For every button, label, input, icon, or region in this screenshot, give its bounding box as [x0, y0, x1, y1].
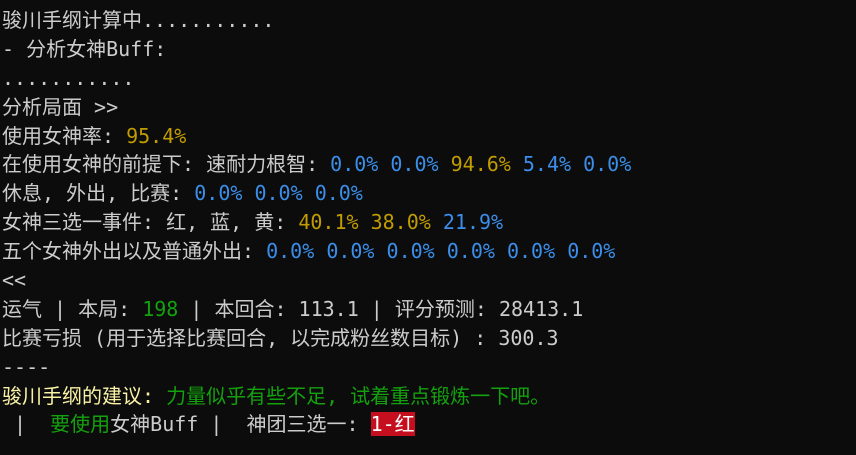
goddess-usage-value: 95.4%: [126, 123, 187, 148]
recommendation-line: | 要使用女神Buff | 神团三选一: 1-红: [2, 410, 856, 439]
event-red-value: 40.1%: [298, 210, 359, 235]
choice-highlight: 1-红: [370, 412, 415, 437]
race-loss-line: 比赛亏损 (用于选择比赛回合, 以完成粉丝数目标) : 300.3: [2, 324, 856, 353]
outing-normal-value: 0.0%: [567, 239, 616, 264]
divider-line: ----: [2, 353, 856, 382]
race-value: 0.0%: [314, 181, 363, 206]
analyze-buff-text: - 分析女神Buff:: [2, 36, 167, 61]
event-yellow-value: 21.9%: [442, 210, 504, 235]
outing-3-value: 0.0%: [386, 239, 435, 264]
recommendation-sep-2: | 神团三选一:: [198, 412, 371, 437]
goddess-usage-line: 使用女神率: 95.4%: [2, 122, 856, 151]
outing-value: 0.0%: [254, 181, 303, 206]
section-start-line: 分析局面 >>: [2, 93, 856, 122]
goddess-outing-line: 五个女神外出以及普通外出: 0.0% 0.0% 0.0% 0.0% 0.0% 0…: [2, 237, 856, 266]
use-buff-label: 要使用: [50, 412, 111, 437]
terminal-window: 骏川手纲计算中........... - 分析女神Buff: .........…: [0, 0, 856, 455]
section-end-line: <<: [2, 266, 856, 295]
luck-score-line: 运气 | 本局: 198 | 本回合: 113.1 | 评分预测: 28413.…: [2, 295, 856, 324]
advice-text: 力量似乎有些不足, 试着重点锻炼一下吧。: [166, 383, 551, 408]
luck-round-value: 198: [142, 296, 179, 321]
stat-power-value: 94.6%: [450, 152, 511, 177]
stat-wisdom-value: 0.0%: [583, 152, 632, 177]
dots-text: ...........: [2, 65, 135, 90]
outing-5-value: 0.0%: [506, 239, 556, 264]
stat-distribution-line: 在使用女神的前提下: 速耐力根智: 0.0% 0.0% 94.6% 5.4% 0…: [2, 150, 856, 179]
goddess-event-label: 女神三选一事件: 红, 蓝, 黄:: [2, 210, 299, 235]
status-line-analyze-buff: - 分析女神Buff:: [2, 35, 856, 64]
luck-prefix: 运气 | 本局:: [2, 296, 143, 321]
goddess-outing-label: 五个女神外出以及普通外出:: [2, 239, 267, 264]
stat-distribution-label: 在使用女神的前提下: 速耐力根智:: [2, 152, 331, 177]
race-loss-text: 比赛亏损 (用于选择比赛回合, 以完成粉丝数目标) : 300.3: [2, 325, 559, 350]
stat-guts-value: 5.4%: [522, 152, 572, 177]
section-end-text: <<: [2, 268, 27, 293]
divider-text: ----: [2, 354, 51, 379]
outing-2-value: 0.0%: [326, 239, 375, 264]
calculating-text: 骏川手纲计算中...........: [2, 8, 275, 32]
status-line-calculating: 骏川手纲计算中...........: [2, 6, 856, 35]
advice-line: 骏川手纲的建议: 力量似乎有些不足, 试着重点锻炼一下吧。: [2, 382, 856, 411]
stat-stamina-value: 0.0%: [390, 152, 439, 177]
section-start-text: 分析局面 >>: [2, 94, 119, 119]
luck-rest: | 本回合: 113.1 | 评分预测: 28413.1: [178, 296, 584, 321]
outing-4-value: 0.0%: [446, 239, 495, 264]
goddess-buff-label: 女神Buff: [110, 412, 199, 437]
rest-value: 0.0%: [194, 181, 243, 206]
advice-label: 骏川手纲的建议:: [2, 383, 167, 408]
event-blue-value: 38.0%: [370, 210, 431, 235]
goddess-usage-label: 使用女神率:: [2, 123, 127, 148]
rest-outing-race-label: 休息, 外出, 比赛:: [2, 181, 195, 206]
outing-1-value: 0.0%: [266, 239, 315, 264]
goddess-event-line: 女神三选一事件: 红, 蓝, 黄: 40.1% 38.0% 21.9%: [2, 208, 856, 237]
rest-outing-race-line: 休息, 外出, 比赛: 0.0% 0.0% 0.0%: [2, 179, 856, 208]
stat-speed-value: 0.0%: [330, 152, 379, 177]
recommendation-sep-1: |: [2, 412, 51, 437]
status-line-dots: ...........: [2, 64, 856, 93]
